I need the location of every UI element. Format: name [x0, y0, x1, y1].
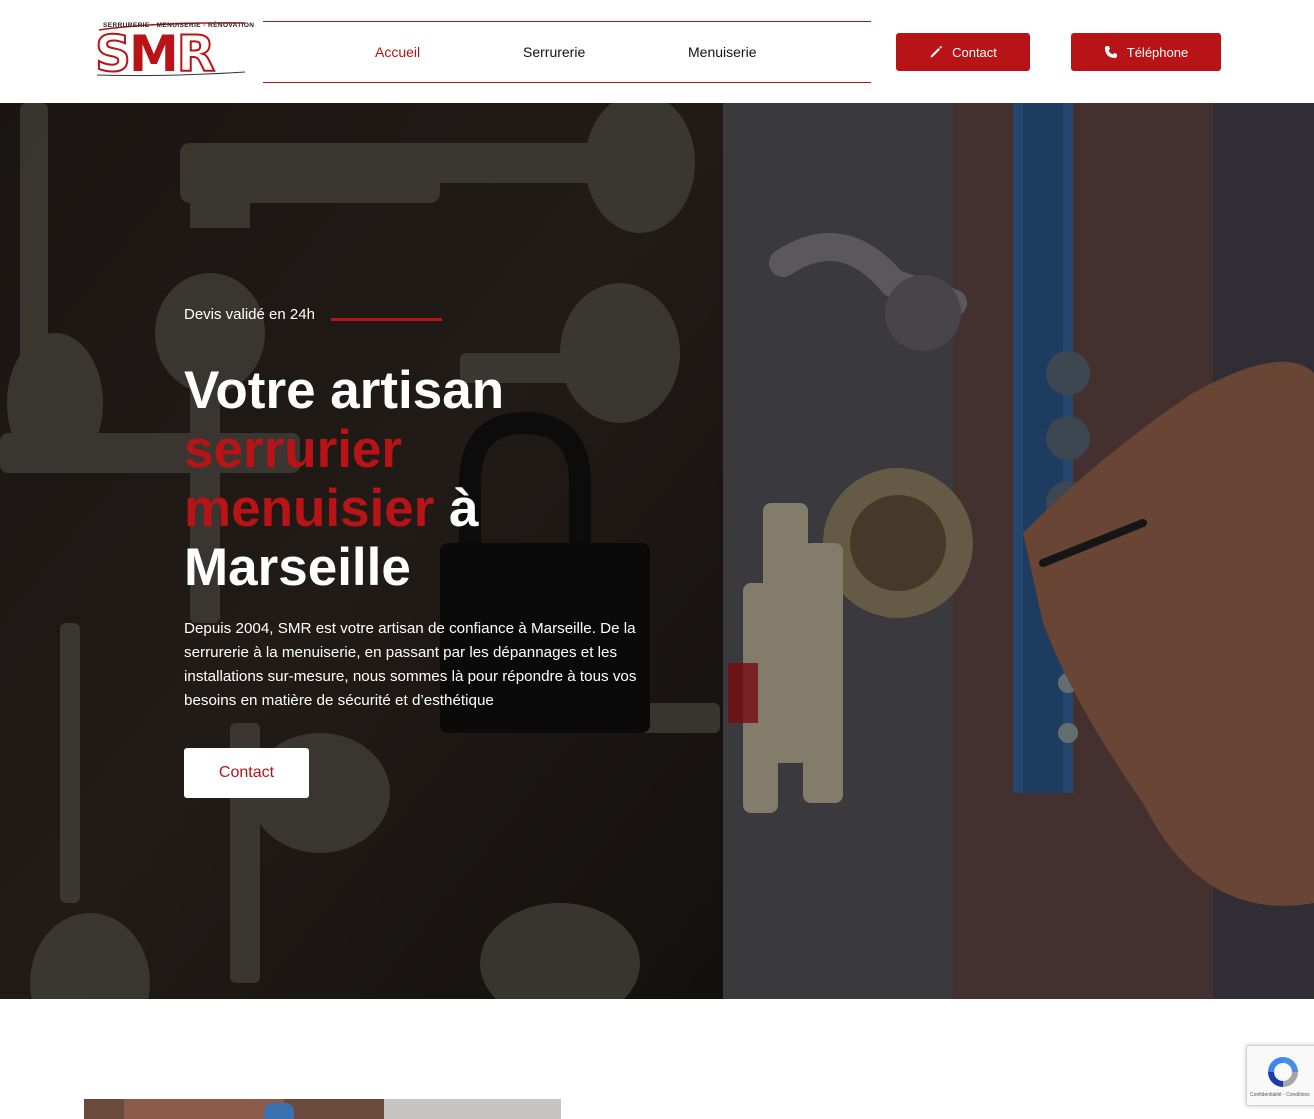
- preview-image-part: [384, 1099, 561, 1119]
- nav-item-menuiserie[interactable]: Menuiserie: [688, 44, 756, 60]
- section-preview-image: [84, 1099, 561, 1119]
- hero-title-accent1: serrurier: [184, 420, 403, 479]
- hero-contact-button[interactable]: Contact: [184, 748, 309, 798]
- hero-description: Depuis 2004, SMR est votre artisan de co…: [184, 620, 637, 709]
- hero-title-line1: Votre artisan: [184, 361, 505, 420]
- preview-image-part: [264, 1103, 294, 1119]
- recaptcha-icon: [1268, 1057, 1298, 1087]
- smr-logo[interactable]: SERRURERIE - MENUISERIE - RÉNOVATION SMR: [94, 20, 254, 80]
- hero-title: Votre artisan serrurier menuisier à Mars…: [184, 361, 654, 597]
- recaptcha-links[interactable]: Confidentialité - Conditions: [1250, 1092, 1310, 1098]
- preview-image-part: [124, 1099, 284, 1119]
- pencil-icon: [929, 45, 943, 59]
- logo-letter-s: S: [94, 25, 132, 83]
- site-header: SERRURERIE - MENUISERIE - RÉNOVATION SMR…: [0, 0, 1314, 103]
- hero-title-tail: à: [434, 479, 479, 538]
- logo-letters: SMR: [94, 28, 216, 80]
- hero-eyebrow: Devis validé en 24h: [184, 306, 315, 323]
- header-phone-button[interactable]: Téléphone: [1071, 33, 1221, 71]
- phone-icon: [1104, 45, 1118, 59]
- recaptcha-badge[interactable]: Confidentialité - Conditions: [1246, 1045, 1314, 1106]
- main-nav: Accueil Serrurerie Menuiserie: [263, 21, 871, 83]
- logo-letter-r: R: [176, 25, 216, 83]
- nav-item-serrurerie[interactable]: Serrurerie: [523, 44, 585, 60]
- header-phone-label: Téléphone: [1126, 44, 1189, 60]
- hero-locksmith-image: [723, 103, 1314, 999]
- hero-title-accent2: menuisier: [184, 479, 435, 538]
- header-contact-label: Contact: [952, 44, 997, 60]
- locksmith-door-image: [723, 103, 1314, 999]
- nav-item-accueil[interactable]: Accueil: [375, 44, 420, 60]
- hero-title-line4: Marseille: [184, 538, 411, 597]
- hero-section: Devis validé en 24h Votre artisan serrur…: [0, 103, 1314, 999]
- eyebrow-divider: [331, 318, 442, 321]
- header-contact-button[interactable]: Contact: [896, 33, 1030, 71]
- logo-letter-m: M: [129, 25, 179, 83]
